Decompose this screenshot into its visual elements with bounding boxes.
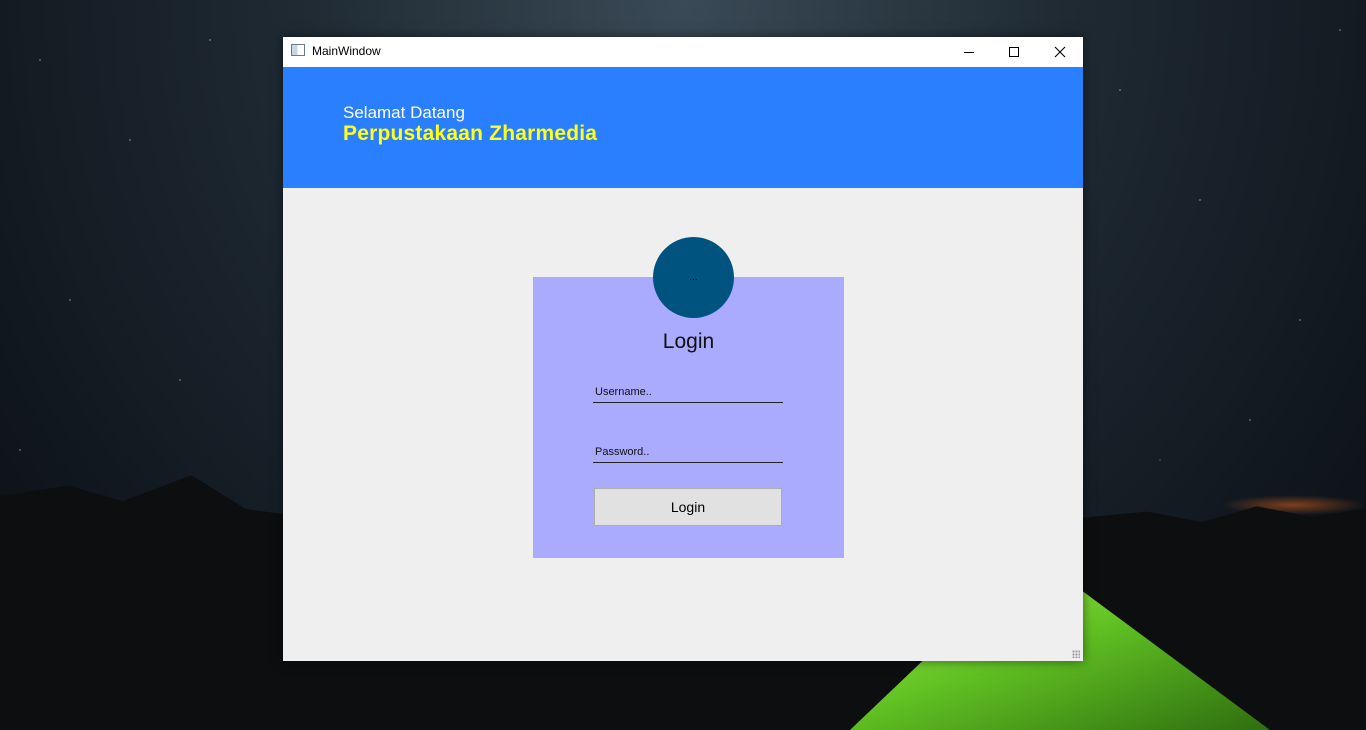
login-title: Login: [662, 330, 715, 353]
main-window: MainWindow Selamat Datang Perpustakaan Z…: [283, 37, 1083, 661]
welcome-text: Selamat Datang: [343, 103, 465, 122]
maximize-button[interactable]: [991, 37, 1037, 67]
app-window-icon: [291, 44, 305, 56]
resize-grip-icon[interactable]: [1072, 650, 1080, 658]
username-input[interactable]: [593, 381, 783, 403]
maximize-icon: [1009, 47, 1019, 57]
title-bar[interactable]: MainWindow: [283, 37, 1083, 67]
close-icon: [1054, 46, 1066, 58]
minimize-icon: [964, 52, 974, 53]
login-button[interactable]: Login: [594, 488, 782, 526]
password-input[interactable]: [593, 441, 783, 463]
library-name: Perpustakaan Zharmedia: [343, 122, 598, 145]
window-title: MainWindow: [312, 44, 381, 58]
close-button[interactable]: [1037, 37, 1083, 67]
minimize-button[interactable]: [946, 37, 992, 67]
welcome-header: Selamat Datang Perpustakaan Zharmedia: [283, 67, 1083, 188]
avatar: ...: [653, 237, 734, 318]
login-card: Login Login: [533, 277, 844, 558]
avatar-text: ...: [689, 272, 698, 283]
